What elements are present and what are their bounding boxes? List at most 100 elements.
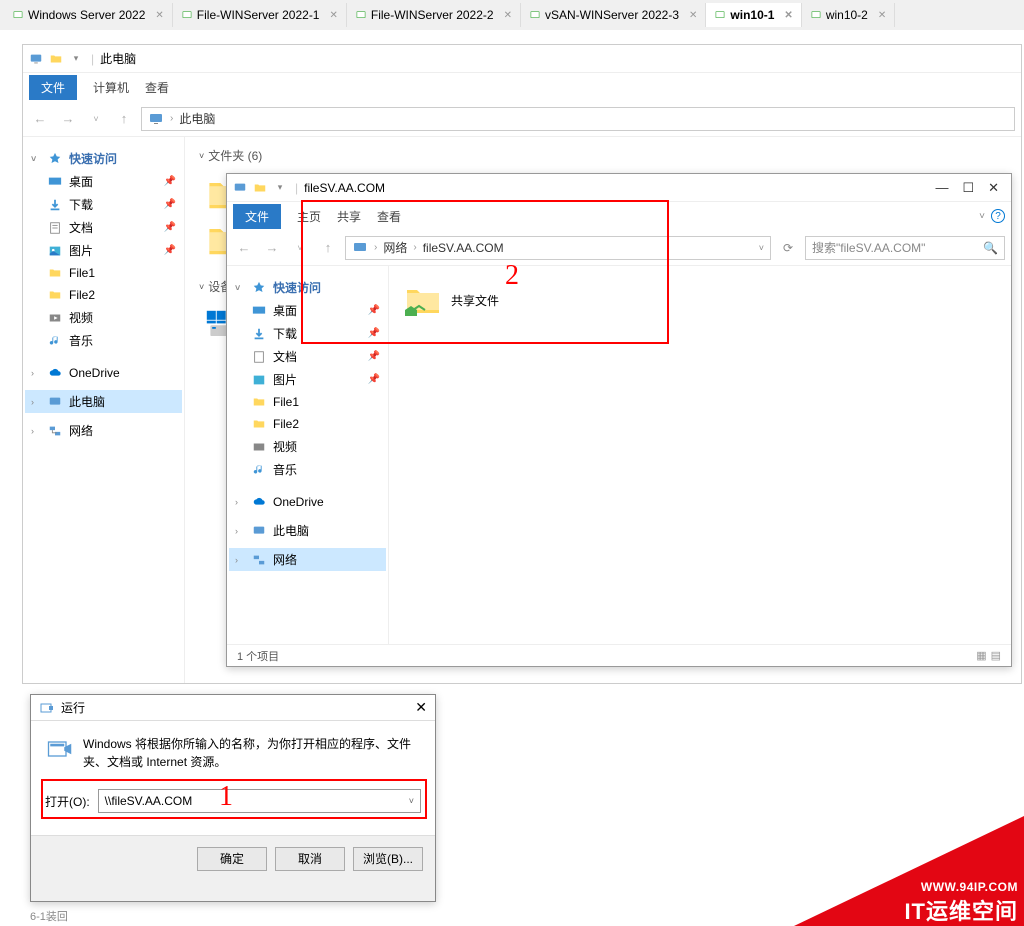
tab-computer[interactable]: 计算机 <box>93 79 129 96</box>
shared-folder-item[interactable]: 共享文件 <box>403 280 997 320</box>
sidebar-item-file2[interactable]: File2 <box>25 284 182 306</box>
sidebar-item-videos[interactable]: 视频 <box>25 306 182 329</box>
breadcrumb[interactable]: 此电脑 <box>179 110 215 127</box>
view-large-icon[interactable]: ▤ <box>991 649 1001 662</box>
folder-qat-icon[interactable] <box>49 52 63 66</box>
close-icon[interactable]: ✕ <box>784 10 792 21</box>
nav-row: ← → ˅ ↑ › 此电脑 <box>23 101 1021 137</box>
tab-label: win10-2 <box>826 8 868 22</box>
forward-button[interactable]: → <box>57 108 79 130</box>
tab-file1[interactable]: File-WINServer 2022-1 ✕ <box>173 3 347 27</box>
tab-view[interactable]: 查看 <box>145 79 169 96</box>
chevron-down-icon[interactable]: ▾ <box>273 181 287 195</box>
up-button[interactable]: ↑ <box>317 237 339 259</box>
help-icon[interactable]: ? <box>991 209 1005 223</box>
sidebar-item-documents[interactable]: 文档📌 <box>229 345 386 368</box>
quick-access[interactable]: ˅ 快速访问 <box>229 276 386 299</box>
window-title: fileSV.AA.COM <box>304 181 385 195</box>
chevron-down-icon[interactable]: ˅ <box>759 243 764 253</box>
monitor-icon <box>29 52 43 66</box>
item-count: 1 个项目 <box>237 648 279 664</box>
browse-button[interactable]: 浏览(B)... <box>353 847 423 871</box>
sidebar-item-label: File1 <box>273 395 299 409</box>
sidebar-item-pictures[interactable]: 图片📌 <box>25 239 182 262</box>
run-program-icon <box>45 735 73 763</box>
address-bar[interactable]: › 网络 › fileSV.AA.COM ˅ <box>345 236 771 260</box>
back-button[interactable]: ← <box>29 108 51 130</box>
desktop-icon <box>47 174 63 190</box>
sidebar-quick-access-label: 快速访问 <box>69 150 117 167</box>
chevron-down-icon[interactable]: ▾ <box>69 52 83 66</box>
quick-access[interactable]: ˅ 快速访问 <box>25 147 182 170</box>
tab-vsan[interactable]: vSAN-WINServer 2022-3 ✕ <box>521 3 706 27</box>
sidebar-item-onedrive[interactable]: ›OneDrive <box>229 491 386 513</box>
sidebar-item-thispc[interactable]: ›此电脑 <box>25 390 182 413</box>
chevron-down-icon: ˅ <box>31 154 41 164</box>
sidebar-item-documents[interactable]: 文档📌 <box>25 216 182 239</box>
sidebar-item-videos[interactable]: 视频 <box>229 435 386 458</box>
close-button[interactable]: ✕ <box>988 180 999 196</box>
close-icon[interactable]: ✕ <box>878 10 886 21</box>
tab-ws2022[interactable]: Windows Server 2022 ✕ <box>4 3 173 27</box>
tab-file2[interactable]: File-WINServer 2022-2 ✕ <box>347 3 521 27</box>
address-bar[interactable]: › 此电脑 <box>141 107 1015 131</box>
sidebar-item-desktop[interactable]: 桌面 📌 <box>25 170 182 193</box>
cancel-button[interactable]: 取消 <box>275 847 345 871</box>
sidebar-item-label: 下载 <box>69 196 93 213</box>
folder-qat-icon[interactable] <box>253 181 267 195</box>
close-icon[interactable]: ✕ <box>155 10 163 21</box>
file-tab[interactable]: 文件 <box>29 75 77 100</box>
forward-button[interactable]: → <box>261 237 283 259</box>
ok-button[interactable]: 确定 <box>197 847 267 871</box>
tab-share[interactable]: 共享 <box>337 208 361 225</box>
recent-dropdown[interactable]: ˅ <box>289 237 311 259</box>
statusbar: 1 个项目 ▦ ▤ <box>227 644 1011 666</box>
search-input[interactable]: 搜索"fileSV.AA.COM" 🔍 <box>805 236 1005 260</box>
tab-win10-1[interactable]: win10-1 ✕ <box>706 3 801 27</box>
chevron-down-icon[interactable]: ˅ <box>409 796 414 806</box>
up-button[interactable]: ↑ <box>113 108 135 130</box>
sidebar-item-label: 桌面 <box>69 173 93 190</box>
maximize-button[interactable]: ☐ <box>962 180 974 196</box>
close-icon[interactable]: ✕ <box>689 10 697 21</box>
sidebar-item-music[interactable]: 音乐 <box>25 329 182 352</box>
sidebar-item-thispc[interactable]: ›此电脑 <box>229 519 386 542</box>
sidebar-item-onedrive[interactable]: ›OneDrive <box>25 362 182 384</box>
breadcrumb[interactable]: 网络 <box>383 239 407 256</box>
music-icon <box>251 462 267 478</box>
file-tab[interactable]: 文件 <box>233 204 281 229</box>
browser-tabs: Windows Server 2022 ✕ File-WINServer 202… <box>0 0 1024 30</box>
run-icon <box>39 700 55 716</box>
tab-view[interactable]: 查看 <box>377 208 401 225</box>
view-details-icon[interactable]: ▦ <box>976 649 986 662</box>
sidebar-item-file1[interactable]: File1 <box>229 391 386 413</box>
run-input[interactable]: \\fileSV.AA.COM ˅ <box>98 789 421 813</box>
refresh-button[interactable]: ⟳ <box>777 237 799 259</box>
close-icon[interactable]: ✕ <box>329 10 337 21</box>
titlebar[interactable]: ▾ | fileSV.AA.COM — ☐ ✕ <box>227 174 1011 202</box>
sidebar-item-desktop[interactable]: 桌面📌 <box>229 299 386 322</box>
run-titlebar[interactable]: 运行 ✕ <box>31 695 435 721</box>
back-button[interactable]: ← <box>233 237 255 259</box>
recent-dropdown[interactable]: ˅ <box>85 108 107 130</box>
sidebar-item-file1[interactable]: File1 <box>25 262 182 284</box>
tab-win10-2[interactable]: win10-2 ✕ <box>802 3 895 27</box>
sidebar-item-downloads[interactable]: 下载📌 <box>25 193 182 216</box>
close-icon[interactable]: ✕ <box>504 10 512 21</box>
content-area[interactable]: 共享文件 <box>389 266 1011 644</box>
expand-ribbon-icon[interactable]: ˅ <box>979 211 985 222</box>
breadcrumb[interactable]: fileSV.AA.COM <box>423 241 504 255</box>
sidebar-item-file2[interactable]: File2 <box>229 413 386 435</box>
sidebar-item-pictures[interactable]: 图片📌 <box>229 368 386 391</box>
sidebar-item-music[interactable]: 音乐 <box>229 458 386 481</box>
folders-section[interactable]: ˅文件夹 (6) <box>199 147 1007 164</box>
chevron-down-icon: ˅ <box>235 283 245 293</box>
sidebar-item-network[interactable]: ›网络 <box>229 548 386 571</box>
folder-icon <box>251 394 267 410</box>
sidebar-item-downloads[interactable]: 下载📌 <box>229 322 386 345</box>
close-button[interactable]: ✕ <box>415 699 427 716</box>
sidebar-item-network[interactable]: ›网络 <box>25 419 182 442</box>
minimize-button[interactable]: — <box>935 180 948 196</box>
tab-home[interactable]: 主页 <box>297 208 321 225</box>
pin-icon: 📌 <box>164 176 176 187</box>
